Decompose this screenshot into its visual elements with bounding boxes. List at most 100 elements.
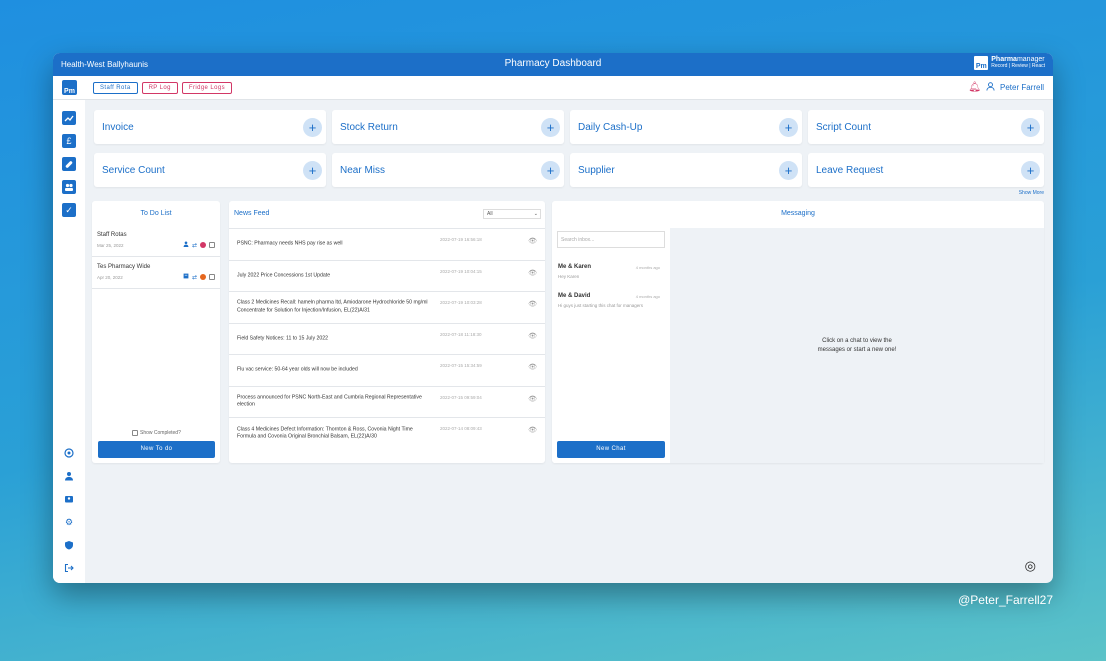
news-item-time: 2022-07-19 10:04:15 [440,268,482,274]
show-completed-label: Show Completed? [140,430,181,436]
trend-icon[interactable] [62,111,76,125]
new-todo-button[interactable]: New To do [98,441,215,458]
add-supplier-button[interactable]: + [779,160,798,180]
top-toolbar: Pm Staff Rota RP Log Fridge Logs 🔔︎ Pete… [53,76,1053,100]
news-item-time: 2022-07-14 08:09:43 [440,426,482,431]
show-completed-checkbox[interactable] [132,430,138,436]
security-icon[interactable] [62,538,76,552]
news-item-time: 2022-07-15 09:59:04 [440,394,482,400]
todo-item-name: Staff Rotas [97,232,127,238]
status-dot [200,274,206,280]
bell-icon[interactable]: 🔔︎ [968,82,981,93]
add-invoice-button[interactable]: + [303,117,322,137]
chat-time: 4 months ago [635,265,660,270]
todo-checkbox[interactable] [209,274,215,280]
eye-icon[interactable]: 👁︎ [528,395,537,403]
messaging-panel: Messaging Search inbox... Me & Karen 4 m… [552,201,1044,463]
news-item[interactable]: Class 2 Medicines Recall: hameln pharma … [229,292,545,324]
tile-near-miss[interactable]: Near Miss + [332,153,564,187]
eye-icon[interactable]: 👁︎ [528,426,537,434]
tile-label: Near Miss [340,164,386,176]
chat-preview: Hi guys just starting this chat for mana… [558,303,644,308]
show-more-link[interactable]: Show More [1019,190,1044,196]
rp-log-button[interactable]: RP Log [141,81,178,94]
tile-supplier[interactable]: Supplier + [570,153,802,187]
search-inbox-input[interactable]: Search inbox... [557,231,665,248]
sidebar: £ ✓ ⚙ [53,100,85,583]
user-menu[interactable]: 🔔︎ Peter Farrell [968,82,1044,93]
tile-invoice[interactable]: Invoice + [94,110,326,144]
eye-icon[interactable]: 👁︎ [528,237,537,245]
news-item-title: Flu vac service: 50-64 year olds will no… [237,366,358,373]
group-icon[interactable] [62,180,76,194]
app-logo[interactable]: Pm [62,80,77,95]
tile-script-count[interactable]: Script Count + [808,110,1044,144]
add-service-count-button[interactable]: + [303,160,322,180]
news-item-title: Process announced for PSNC North-East an… [237,394,422,408]
contact-card-icon[interactable] [62,492,76,506]
todo-item[interactable]: Staff Rotas Mar 25, 2022 ⇄ [92,225,220,257]
news-filter-value: All [487,211,493,217]
brand-name-rest: manager [1016,56,1045,63]
tile-stock-return[interactable]: Stock Return + [332,110,564,144]
check-icon[interactable]: ✓ [62,203,76,217]
camera-icon[interactable] [62,446,76,460]
brand-mark: Pm [974,56,989,70]
person-icon[interactable] [62,469,76,483]
brand-logo: Pm Pharmamanager Record | Review | React [974,56,1045,70]
todo-item[interactable]: Tes Pharmacy Wide Apr 20, 2022 ⇄ [92,257,220,289]
add-stock-return-button[interactable]: + [541,117,560,137]
news-item-title: PSNC: Pharmacy needs NHS pay rise as wel… [237,240,343,247]
add-script-count-button[interactable]: + [1021,117,1040,137]
messaging-title: Messaging [781,210,815,217]
tile-label: Script Count [816,121,872,133]
settings-icon[interactable]: ⚙ [62,515,76,529]
chat-empty-pane: Click on a chat to view the messages or … [670,228,1044,463]
eye-icon[interactable]: 👁︎ [528,269,537,277]
user-icon [986,82,995,93]
status-dot [200,242,206,248]
tile-daily-cash-up[interactable]: Daily Cash-Up + [570,110,802,144]
add-near-miss-button[interactable]: + [541,160,560,180]
news-item[interactable]: Class 4 Medicines Defect Information: Th… [229,418,545,450]
news-item[interactable]: Process announced for PSNC North-East an… [229,387,545,418]
add-leave-request-button[interactable]: + [1021,160,1040,180]
news-item[interactable]: Flu vac service: 50-64 year olds will no… [229,355,545,387]
news-item-time: 2022-07-19 16:56:18 [440,237,482,242]
target-icon[interactable]: ◎ [1025,558,1036,574]
eye-icon[interactable]: 👁︎ [528,363,537,371]
fridge-logs-button[interactable]: Fridge Logs [181,81,232,94]
tile-label: Supplier [578,164,615,176]
news-item[interactable]: Field Safety Notices: 11 to 15 July 2022… [229,324,545,355]
empty-chat-message: Click on a chat to view the messages or … [817,338,897,353]
todo-title: To Do List [140,210,172,217]
news-item-time: 2022-07-18 11:18:30 [440,331,482,337]
brand-name-bold: Pharma [991,56,1017,63]
todo-item-name: Tes Pharmacy Wide [97,264,151,270]
tile-label: Stock Return [340,121,398,133]
news-feed-title: News Feed [234,210,270,217]
assignee-icon [183,241,189,249]
staff-rota-button[interactable]: Staff Rota [93,81,138,94]
chevron-down-icon: ⌄ [533,211,538,217]
chat-item[interactable]: Me & Karen 4 months ago Hey Karen [554,256,668,285]
tile-label: Daily Cash-Up [578,121,643,133]
tile-service-count[interactable]: Service Count + [94,153,326,187]
new-chat-button[interactable]: New Chat [557,441,665,458]
logout-icon[interactable] [62,561,76,575]
todo-checkbox[interactable] [209,242,215,248]
pound-icon[interactable]: £ [62,134,76,148]
chat-preview: Hey Karen [558,274,580,279]
add-daily-cash-up-button[interactable]: + [779,117,798,137]
news-filter-select[interactable]: All ⌄ [483,209,541,219]
eye-icon[interactable]: 👁︎ [528,300,537,308]
medication-icon[interactable] [62,157,76,171]
show-completed-toggle[interactable]: Show Completed? [132,430,181,436]
news-item[interactable]: PSNC: Pharmacy needs NHS pay rise as wel… [229,229,545,261]
news-list: PSNC: Pharmacy needs NHS pay rise as wel… [229,228,545,450]
news-item[interactable]: July 2022 Price Concessions 1st Update 20… [229,261,545,292]
tile-leave-request[interactable]: Leave Request + [808,153,1044,187]
chat-item[interactable]: Me & David 4 months ago Hi guys just sta… [554,285,668,314]
user-name: Peter Farrell [999,83,1044,92]
eye-icon[interactable]: 👁︎ [528,332,537,340]
